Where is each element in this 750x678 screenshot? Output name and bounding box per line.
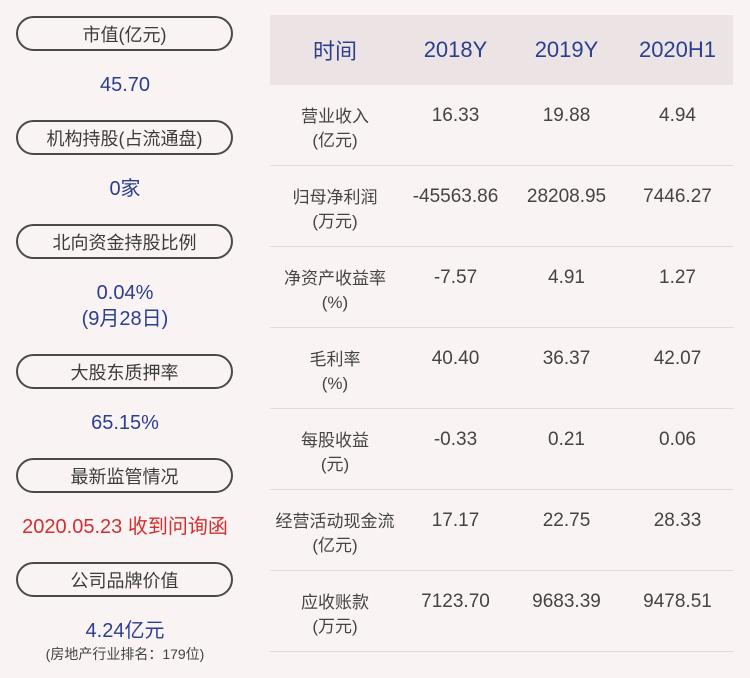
northbound-ratio-label: 北向资金持股比例 (16, 224, 233, 259)
table-row: 净资产收益率 (%) -7.57 4.91 1.27 (270, 247, 733, 328)
header-2019y: 2019Y (534, 37, 599, 62)
row-value-2018y: 16.33 (431, 105, 480, 126)
row-label-name: 经营活动现金流 (275, 512, 395, 531)
table-row: 营业收入 (亿元) 16.33 19.88 4.94 (270, 85, 733, 166)
table-row: 归母净利润 (万元) -45563.86 28208.95 7446.27 (270, 166, 733, 247)
pledge-ratio-value: 65.15% (91, 412, 159, 434)
row-label-name: 每股收益 (301, 431, 369, 450)
northbound-ratio-date: (9月28日) (81, 308, 169, 330)
regulatory-status-label: 最新监管情况 (16, 458, 233, 493)
pledge-ratio-label: 大股东质押率 (16, 354, 233, 389)
row-value-2019y: 4.91 (548, 267, 585, 288)
market-cap-label: 市值(亿元) (16, 16, 233, 51)
market-cap-value: 45.70 (99, 74, 151, 96)
row-value-2019y: 22.75 (542, 510, 591, 531)
table-header: 时间 2018Y 2019Y 2020H1 (270, 15, 733, 85)
row-value-2020h1: 7446.27 (643, 186, 712, 207)
row-value-2019y: 9683.39 (532, 591, 601, 612)
row-value-2020h1: 4.94 (659, 105, 696, 126)
row-label-name: 净资产收益率 (284, 269, 386, 288)
financial-table: 时间 2018Y 2019Y 2020H1 营业收入 (亿元) 16.33 19… (270, 15, 733, 652)
row-label-unit: (万元) (312, 212, 358, 231)
row-value-2020h1: 0.06 (659, 429, 696, 450)
table-row: 应收账款 (万元) 7123.70 9683.39 9478.51 (270, 571, 733, 652)
row-value-2018y: -7.57 (433, 267, 478, 288)
pledge-ratio-label-text: 大股东质押率 (70, 362, 179, 383)
row-value-2019y: 28208.95 (526, 186, 607, 207)
row-value-2018y: 17.17 (431, 510, 480, 531)
row-value-2020h1: 1.27 (659, 267, 696, 288)
row-label-unit: (%) (321, 293, 349, 312)
row-label-unit: (亿元) (312, 536, 358, 555)
row-label: 归母净利润 (万元) (270, 166, 400, 246)
row-value-2018y: -45563.86 (412, 186, 499, 207)
institutional-holding-label-text: 机构持股(占流通盘) (46, 128, 203, 149)
row-label-name: 毛利率 (309, 350, 361, 369)
header-period: 时间 (312, 39, 357, 64)
row-value-2019y: 0.21 (548, 429, 585, 450)
row-value-2018y: 40.40 (431, 348, 480, 369)
regulatory-status-value: 2020.05.23 收到问询函 (22, 516, 228, 538)
brand-value-rank: (房地产行业排名：179位) (45, 646, 205, 662)
institutional-holding-label: 机构持股(占流通盘) (16, 120, 233, 155)
row-label-name: 应收账款 (301, 593, 369, 612)
brand-value-label-text: 公司品牌价值 (70, 570, 179, 591)
northbound-ratio-value: 0.04% (96, 282, 154, 304)
row-value-2020h1: 9478.51 (643, 591, 712, 612)
brand-value-label: 公司品牌价值 (16, 562, 233, 597)
header-2020h1: 2020H1 (638, 37, 717, 62)
row-label: 营业收入 (亿元) (270, 85, 400, 165)
row-label-name: 归母净利润 (292, 188, 378, 207)
row-value-2018y: -0.33 (433, 429, 478, 450)
row-value-2020h1: 28.33 (653, 510, 702, 531)
row-label: 毛利率 (%) (270, 328, 400, 408)
row-label: 净资产收益率 (%) (270, 247, 400, 327)
northbound-ratio-label-text: 北向资金持股比例 (52, 232, 197, 253)
regulatory-status-label-text: 最新监管情况 (70, 466, 179, 487)
institutional-holding-value: 0家 (109, 178, 141, 200)
table-row: 每股收益 (元) -0.33 0.21 0.06 (270, 409, 733, 490)
row-label: 应收账款 (万元) (270, 571, 400, 651)
row-value-2018y: 7123.70 (421, 591, 490, 612)
row-value-2019y: 36.37 (542, 348, 591, 369)
row-label-unit: (%) (321, 374, 349, 393)
market-cap-label-text: 市值(亿元) (82, 24, 167, 45)
row-value-2019y: 19.88 (542, 105, 591, 126)
row-label-name: 营业收入 (301, 107, 369, 126)
row-label-unit: (元) (320, 455, 350, 474)
table-row: 毛利率 (%) 40.40 36.37 42.07 (270, 328, 733, 409)
metrics-panel: 市值(亿元) 45.70 机构持股(占流通盘) 0家 北向资金持股比例 0.04… (0, 0, 250, 678)
row-label-unit: (万元) (312, 617, 358, 636)
header-2018y: 2018Y (423, 37, 488, 62)
brand-value-value: 4.24亿元 (85, 620, 165, 642)
row-label: 经营活动现金流 (亿元) (270, 490, 400, 570)
table-row: 经营活动现金流 (亿元) 17.17 22.75 28.33 (270, 490, 733, 571)
row-label-unit: (亿元) (312, 131, 358, 150)
row-value-2020h1: 42.07 (653, 348, 702, 369)
row-label: 每股收益 (元) (270, 409, 400, 489)
